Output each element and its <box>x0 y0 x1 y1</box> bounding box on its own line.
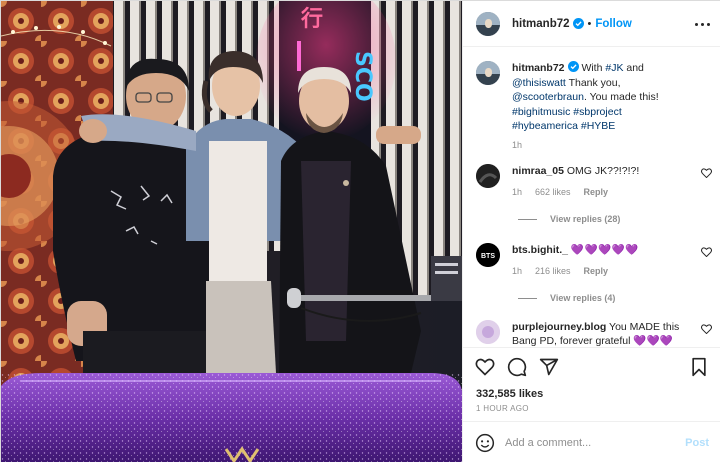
view-replies-button[interactable]: View replies (28) <box>518 214 708 224</box>
comment-like-heart-icon[interactable] <box>701 168 712 178</box>
instagram-post-modal: 行 SCO hitmanb72 • Follow hitmanb72 With … <box>0 0 720 462</box>
caption-timestamp: 1h <box>512 139 523 150</box>
caption-avatar[interactable] <box>476 61 500 85</box>
comment-time: 1h <box>512 187 523 197</box>
post-header: hitmanb72 • Follow <box>463 1 720 47</box>
bts-avatar-text: BTS <box>481 253 495 260</box>
comment-input[interactable] <box>505 436 686 449</box>
comment-item: purplejourney.blog You MADE this Bang PD… <box>476 320 712 347</box>
verified-badge-icon <box>572 18 584 29</box>
comment-meta: 1h 216 likes Reply <box>512 266 708 276</box>
likes-count[interactable]: 332,585 likes <box>476 388 543 400</box>
neon-text: SCO <box>350 51 375 102</box>
comment-time: 1h <box>512 266 523 276</box>
comment-content: You MADE this <box>609 321 680 333</box>
post-actions: 332,585 likes 1 HOUR AGO <box>463 347 720 421</box>
comment-username[interactable]: bts.bighit._ <box>512 244 568 256</box>
svg-text:行: 行 <box>300 6 323 32</box>
send-icon[interactable] <box>539 357 559 377</box>
more-options-icon[interactable] <box>693 17 711 31</box>
caption-username[interactable]: hitmanb72 <box>512 62 565 74</box>
mention-scooterbraun[interactable]: @scooterbraun <box>512 91 584 103</box>
hashtag-sbproject[interactable]: #sbproject <box>573 106 621 118</box>
comment-username[interactable]: nimraa_05 <box>512 165 564 177</box>
post-side-panel: hitmanb72 • Follow hitmanb72 With #JK an… <box>462 1 720 462</box>
commenter-avatar[interactable] <box>476 164 500 188</box>
comment-text: purplejourney.blog You MADE this Bang PD… <box>512 320 708 347</box>
comment-content: 💜💜💜💜💜 <box>570 244 639 256</box>
view-replies-label: View replies (28) <box>550 214 621 224</box>
profile-avatar[interactable] <box>476 11 500 36</box>
reply-button[interactable]: Reply <box>584 187 609 197</box>
comment-text: nimraa_05 OMG JK??!?!?! <box>512 164 708 178</box>
post-photo[interactable]: 行 SCO <box>1 1 462 462</box>
hashtag-bighitmusic[interactable]: #bighitmusic <box>512 106 570 118</box>
comment-meta: 1h 662 likes Reply <box>512 187 708 197</box>
commenter-avatar[interactable] <box>476 320 500 344</box>
caption-text-2: and <box>623 62 644 74</box>
comment-like-heart-icon[interactable] <box>701 247 712 257</box>
comment-content: OMG JK??!?!?! <box>566 165 640 177</box>
heart-icon[interactable] <box>475 357 495 377</box>
glitter-piano <box>1 373 462 462</box>
header-username[interactable]: hitmanb72 <box>512 18 570 30</box>
view-replies-button[interactable]: View replies (4) <box>518 293 708 303</box>
comment-username[interactable]: purplejourney.blog <box>512 321 606 333</box>
comment-likes[interactable]: 662 likes <box>535 187 571 197</box>
post-caption: hitmanb72 With #JK and @thisiswatt Thank… <box>476 61 708 150</box>
hashtag-hybe[interactable]: #HYBE <box>581 120 615 132</box>
hashtag-jk[interactable]: #JK <box>605 62 623 74</box>
bookmark-icon[interactable] <box>689 357 709 377</box>
comment-item: BTS bts.bighit._ 💜💜💜💜💜 1h 216 likes Repl… <box>476 243 712 303</box>
caption-verified-icon <box>567 61 579 72</box>
photo-illustration: 行 SCO <box>1 1 462 462</box>
comment-content-2: Bang PD, forever grateful 💜💜💜 <box>512 335 673 347</box>
comment-item: nimraa_05 OMG JK??!?!?! 1h 662 likes Rep… <box>476 164 712 224</box>
caption-text-3: Thank you, <box>565 76 621 89</box>
comment-like-heart-icon[interactable] <box>701 324 712 334</box>
commenter-avatar[interactable]: BTS <box>476 243 500 267</box>
smiley-icon[interactable] <box>475 433 495 453</box>
caption-text-1: With <box>581 62 606 74</box>
comment-text: bts.bighit._ 💜💜💜💜💜 <box>512 243 708 257</box>
mention-thisiswatt[interactable]: @thisiswatt <box>512 77 566 89</box>
post-comment-button[interactable]: Post <box>685 437 709 449</box>
header-separator: • <box>587 17 592 30</box>
caption-text: hitmanb72 With #JK and @thisiswatt Thank… <box>512 61 708 134</box>
view-replies-label: View replies (4) <box>550 293 616 303</box>
replies-divider <box>518 297 537 299</box>
replies-divider <box>518 218 537 220</box>
hashtag-hybeamerica[interactable]: #hybeamerica <box>512 120 578 132</box>
follow-button[interactable]: Follow <box>595 18 631 30</box>
comments-list[interactable]: hitmanb72 With #JK and @thisiswatt Thank… <box>463 47 720 347</box>
add-comment-bar: Post <box>463 421 720 462</box>
reply-button[interactable]: Reply <box>584 266 609 276</box>
comment-likes[interactable]: 216 likes <box>535 266 571 276</box>
post-time-ago: 1 HOUR AGO <box>476 404 529 413</box>
comment-icon[interactable] <box>507 357 527 377</box>
caption-text-4: . You made this! <box>583 91 659 103</box>
